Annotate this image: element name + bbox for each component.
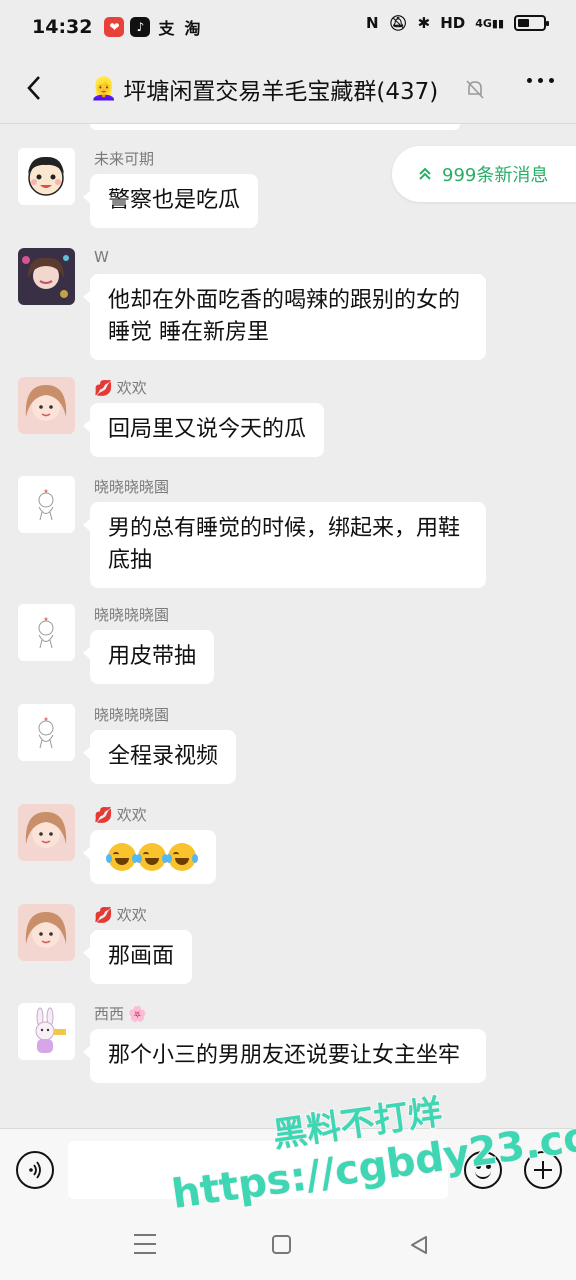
sender-name: 晓晓晓晓園 <box>94 476 169 497</box>
message-input[interactable] <box>68 1141 448 1199</box>
smiley-icon <box>486 1164 491 1169</box>
alipay-icon: 支 <box>158 19 175 38</box>
signal-icon: 4G▮▮ <box>475 16 504 30</box>
status-app-icons: ❤ ♪ 支 淘 <box>104 17 202 38</box>
sender-name: 晓晓晓晓園 <box>94 604 169 625</box>
status-bar: 14:32 ❤ ♪ 支 淘 N 🔕︎ ✱ HD 4G▮▮ <box>0 0 576 54</box>
more-actions-button[interactable] <box>524 1151 562 1189</box>
more-options-button[interactable] <box>527 78 554 83</box>
chat-title: 👱‍♀️ 坪塘闲置交易羊毛宝藏群(437) <box>90 72 438 106</box>
laughing-tears-emoji <box>166 843 198 871</box>
sketch-avatar[interactable] <box>18 604 75 661</box>
dot-icon <box>549 78 554 83</box>
back-button[interactable] <box>14 68 54 108</box>
nfc-icon: N <box>366 14 379 32</box>
message-bubble[interactable]: 警察也是吃瓜 <box>82 174 259 228</box>
bluetooth-icon: ✱ <box>417 14 431 32</box>
sender-name-text: W <box>94 248 109 266</box>
system-navigation-bar <box>0 1212 576 1280</box>
girl-photo-avatar[interactable] <box>18 377 75 434</box>
new-messages-label: 999条新消息 <box>442 165 549 186</box>
sender-name-text: 欢欢 <box>116 906 147 924</box>
sender-name: 💋 欢欢 <box>94 377 147 398</box>
battery-level <box>518 19 529 27</box>
back-triangle-icon[interactable] <box>408 1234 430 1256</box>
sender-name-text: 未来可期 <box>94 150 155 168</box>
status-time: 14:32 <box>32 16 93 38</box>
sender-name: 💋 欢欢 <box>94 804 147 825</box>
chat-header: 👱‍♀️ 坪塘闲置交易羊毛宝藏群(437) <box>0 54 576 124</box>
title-emoji: 👱‍♀️ <box>90 76 118 102</box>
pinduoduo-icon: ❤ <box>104 17 125 37</box>
sender-name: 晓晓晓晓園 <box>94 704 169 725</box>
message-bubble[interactable]: 全程录视频 <box>82 730 237 784</box>
sender-name-text: 欢欢 <box>116 379 147 397</box>
lips-emoji: 💋 <box>94 805 113 824</box>
mute-bell-icon <box>466 80 484 99</box>
message-bubble[interactable]: 那画面 <box>82 930 193 984</box>
sender-name-text: 西西 <box>94 1005 125 1023</box>
girl-photo-avatar[interactable] <box>18 804 75 861</box>
status-system-icons: N 🔕︎ ✱ HD 4G▮▮ <box>366 14 549 32</box>
sender-name-text: 欢欢 <box>116 806 147 824</box>
sender-name-text: 晓晓晓晓園 <box>94 606 170 624</box>
emoji-button[interactable] <box>464 1151 502 1189</box>
lips-emoji: 💋 <box>94 905 113 924</box>
new-messages-button[interactable]: 999条新消息 <box>392 146 576 202</box>
taobao-icon: 淘 <box>184 19 201 38</box>
bunny-avatar[interactable] <box>18 1003 75 1060</box>
message-list[interactable]: 999条新消息 未来可期 警察也是吃瓜 W 他却在外面吃香的喝辣的跟别的女的睡觉… <box>0 124 576 1128</box>
lips-emoji: 💋 <box>94 378 113 397</box>
sender-name: 💋 欢欢 <box>94 904 147 925</box>
girl-photo-avatar[interactable] <box>18 904 75 961</box>
home-button[interactable] <box>272 1235 291 1254</box>
dot-icon <box>538 78 543 83</box>
voice-wave-icon <box>29 1161 41 1179</box>
message-bubble[interactable]: 他却在外面吃香的喝辣的跟别的女的睡觉 睡在新房里 <box>83 274 486 360</box>
sender-name: W <box>94 248 109 266</box>
smiley-icon <box>476 1164 481 1169</box>
silent-icon: 🔕︎ <box>388 14 408 32</box>
voice-input-button[interactable] <box>16 1151 54 1189</box>
cartoon-girl-avatar[interactable] <box>18 148 75 205</box>
chevron-left-icon <box>27 76 40 100</box>
recent-apps-button[interactable] <box>134 1234 156 1254</box>
laughing-tears-emoji <box>106 843 138 871</box>
network-type: 4G <box>475 16 492 30</box>
message-bubble[interactable]: 男的总有睡觉的时候，绑起来，用鞋底抽 <box>83 502 486 588</box>
sender-name-text: 晓晓晓晓園 <box>94 478 170 496</box>
message-bubble[interactable] <box>83 830 216 884</box>
previous-message-bubble <box>90 124 460 130</box>
sender-name: 未来可期 <box>94 148 154 169</box>
sketch-avatar[interactable] <box>18 704 75 761</box>
dot-icon <box>527 78 532 83</box>
photo-avatar[interactable] <box>18 248 75 305</box>
smiley-icon <box>475 1170 491 1179</box>
sketch-avatar[interactable] <box>18 476 75 533</box>
hd-icon: HD <box>440 14 466 32</box>
message-bubble[interactable]: 用皮带抽 <box>82 630 215 684</box>
tiktok-icon: ♪ <box>130 17 151 37</box>
sender-name-text: 晓晓晓晓園 <box>94 706 170 724</box>
input-bar <box>0 1128 576 1212</box>
double-chevron-up-icon <box>419 167 431 180</box>
message-bubble[interactable]: 回局里又说今天的瓜 <box>82 403 325 457</box>
group-name: 坪塘闲置交易羊毛宝藏群(437) <box>123 79 439 105</box>
message-bubble[interactable]: 那个小三的男朋友还说要让女主坐牢 <box>83 1029 486 1083</box>
sender-name: 西西 🌸 <box>94 1003 147 1024</box>
laughing-tears-emoji <box>136 843 168 871</box>
flower-emoji: 🌸 <box>128 1004 147 1023</box>
battery-icon <box>514 15 549 31</box>
